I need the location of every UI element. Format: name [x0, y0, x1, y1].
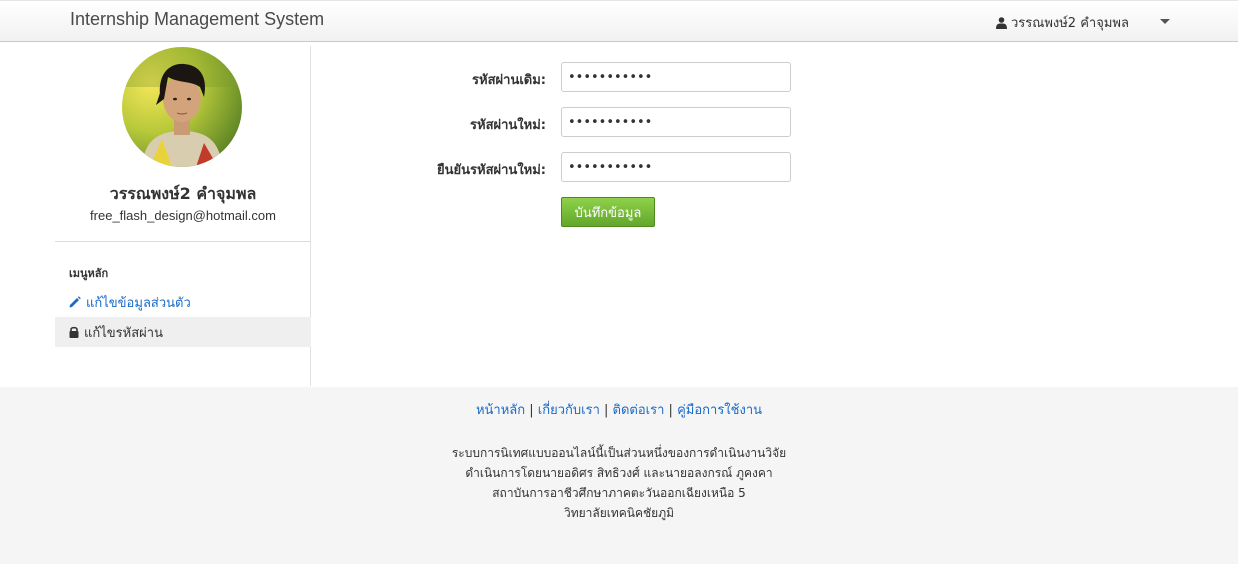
menu-header: เมนูหลัก — [69, 267, 109, 280]
footer-link-home[interactable]: หน้าหลัก — [476, 403, 525, 418]
footer-separator: | — [525, 403, 538, 418]
user-menu-name: วรรณพงษ์2 คำจุมพล — [1011, 16, 1129, 31]
divider — [55, 241, 311, 242]
profile-email: free_flash_design@hotmail.com — [90, 208, 276, 223]
sidebar-item-label: แก้ไขข้อมูลส่วนตัว — [86, 295, 191, 311]
footer-separator: | — [599, 403, 613, 418]
new-password-row: รหัสผ่านใหม่: — [330, 107, 800, 137]
sidebar-item-label: แก้ไขรหัสผ่าน — [84, 325, 163, 341]
top-navbar: Internship Management System วรรณพงษ์2 ค… — [0, 0, 1238, 42]
app-title[interactable]: Internship Management System — [70, 9, 324, 30]
profile-name: วรรณพงษ์2 คำจุมพล — [109, 184, 257, 203]
user-menu[interactable]: วรรณพงษ์2 คำจุมพล — [996, 12, 1129, 33]
avatar — [122, 47, 242, 167]
footer-link-about[interactable]: เกี่ยวกับเรา — [538, 403, 600, 418]
footer-links: หน้าหลัก | เกี่ยวกับเรา | ติดต่อเรา | คู… — [0, 399, 1238, 420]
footer-link-manual[interactable]: คู่มือการใช้งาน — [677, 403, 762, 418]
footer-separator: | — [664, 403, 678, 418]
confirm-password-row: ยืนยันรหัสผ่านใหม่: — [330, 152, 800, 182]
old-password-row: รหัสผ่านเดิม: — [330, 62, 800, 92]
confirm-password-field[interactable] — [561, 152, 791, 182]
footer-text-line: สถาบันการอาชีวศึกษาภาคตะวันออกเฉียงเหนือ… — [492, 486, 746, 500]
new-password-field[interactable] — [561, 107, 791, 137]
sidebar-item-change-password[interactable]: แก้ไขรหัสผ่าน — [55, 317, 311, 347]
footer-link-contact[interactable]: ติดต่อเรา — [613, 403, 665, 418]
pencil-icon — [69, 296, 81, 308]
sidebar-item-edit-profile[interactable]: แก้ไขข้อมูลส่วนตัว — [55, 287, 311, 317]
user-icon — [996, 16, 1007, 29]
footer-text-line: วิทยาลัยเทคนิคชัยภูมิ — [563, 506, 675, 520]
chevron-down-icon[interactable] — [1160, 19, 1170, 24]
footer: หน้าหลัก | เกี่ยวกับเรา | ติดต่อเรา | คู… — [0, 387, 1238, 564]
footer-text-line: ดำเนินการโดยนายอดิศร สิทธิวงศ์ และนายอลง… — [465, 466, 773, 480]
footer-text-line: ระบบการนิเทศแบบออนไลน์นี้เป็นส่วนหนึ่งขอ… — [451, 446, 787, 460]
confirm-password-label: ยืนยันรหัสผ่านใหม่: — [437, 163, 546, 178]
old-password-label: รหัสผ่านเดิม: — [472, 73, 546, 88]
sidebar: วรรณพงษ์2 คำจุมพล free_flash_design@hotm… — [55, 46, 311, 386]
new-password-label: รหัสผ่านใหม่: — [470, 118, 546, 133]
old-password-field[interactable] — [561, 62, 791, 92]
save-button[interactable]: บันทึกข้อมูล — [561, 197, 655, 227]
lock-icon — [69, 326, 79, 338]
